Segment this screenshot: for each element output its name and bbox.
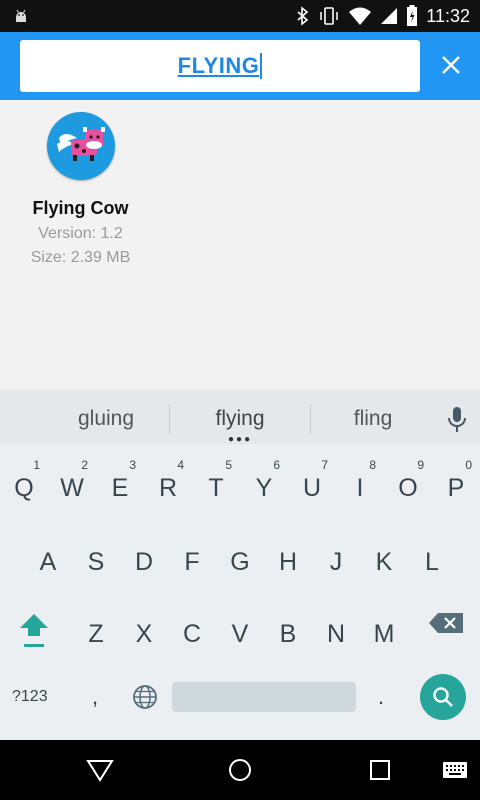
key-l[interactable]: L [408,528,456,588]
search-field[interactable]: FLYING [20,40,420,92]
suggestion-strip: gluing flying fling ●●● [0,390,480,445]
suggestion-divider [310,404,311,434]
period-key[interactable]: . [378,684,384,710]
key-t[interactable]: 5T [192,454,240,514]
key-z[interactable]: Z [72,600,120,660]
shift-key[interactable] [18,608,50,652]
soft-keyboard: gluing flying fling ●●● 1Q 2W 3E 4R 5T 6… [0,390,480,740]
app-name: Flying Cow [32,198,129,218]
keyboard-switch-icon[interactable] [440,755,470,785]
key-r[interactable]: 4R [144,454,192,514]
search-results: Flying Cow Version: 1.2 Size: 2.39 MB [0,100,480,390]
status-icons: 11:32 [296,0,470,32]
suggestion-3[interactable]: fling [312,390,434,444]
key-w[interactable]: 2W [48,454,96,514]
status-bar: 11:32 [0,0,480,32]
key-v[interactable]: V [216,600,264,660]
key-p[interactable]: 0P [432,454,480,514]
key-b[interactable]: B [264,600,312,660]
suggestion-divider [169,404,170,434]
app-result-item[interactable]: Flying Cow Version: 1.2 Size: 2.39 MB [18,112,143,267]
wifi-icon [349,7,372,25]
clock: 11:32 [426,5,470,26]
key-o[interactable]: 9O [384,454,432,514]
recents-icon[interactable] [365,755,395,785]
comma-key[interactable]: , [92,684,98,710]
key-a[interactable]: A [24,528,72,588]
app-size: Size: 2.39 MB [30,249,131,266]
bluetooth-icon [297,6,309,26]
cell-signal-icon [381,8,398,24]
key-e[interactable]: 3E [96,454,144,514]
space-bar[interactable] [172,682,356,712]
globe-icon[interactable] [132,684,158,710]
key-j[interactable]: J [312,528,360,588]
back-icon[interactable] [85,755,115,785]
key-y[interactable]: 6Y [240,454,288,514]
key-i[interactable]: 8I [336,454,384,514]
backspace-key[interactable] [428,612,464,634]
key-c[interactable]: C [168,600,216,660]
key-q[interactable]: 1Q [0,454,48,514]
search-app-bar: FLYING [0,32,480,100]
key-s[interactable]: S [72,528,120,588]
flying-cow-app-icon[interactable] [46,112,115,180]
home-icon[interactable] [225,755,255,785]
vibrate-icon [320,7,339,25]
clear-search-button[interactable] [428,42,474,88]
search-input[interactable]: FLYING [178,53,260,79]
flying-cow-icon [56,127,105,161]
search-action-button[interactable] [420,674,466,720]
more-suggestions-icon[interactable]: ●●● [228,434,252,445]
key-k[interactable]: K [360,528,408,588]
navigation-bar [0,740,480,800]
android-debug-icon [16,9,26,22]
key-u[interactable]: 7U [288,454,336,514]
key-x[interactable]: X [120,600,168,660]
text-cursor [260,53,263,79]
key-n[interactable]: N [312,600,360,660]
app-version: Version: 1.2 [38,225,123,242]
key-m[interactable]: M [360,600,408,660]
key-f[interactable]: F [168,528,216,588]
close-icon [442,56,460,74]
key-g[interactable]: G [216,528,264,588]
microphone-icon[interactable] [444,405,470,435]
search-icon [433,687,453,707]
key-d[interactable]: D [120,528,168,588]
key-h[interactable]: H [264,528,312,588]
symbols-key[interactable]: ?123 [12,688,48,706]
suggestion-1[interactable]: gluing [40,390,172,444]
battery-icon [407,5,418,26]
